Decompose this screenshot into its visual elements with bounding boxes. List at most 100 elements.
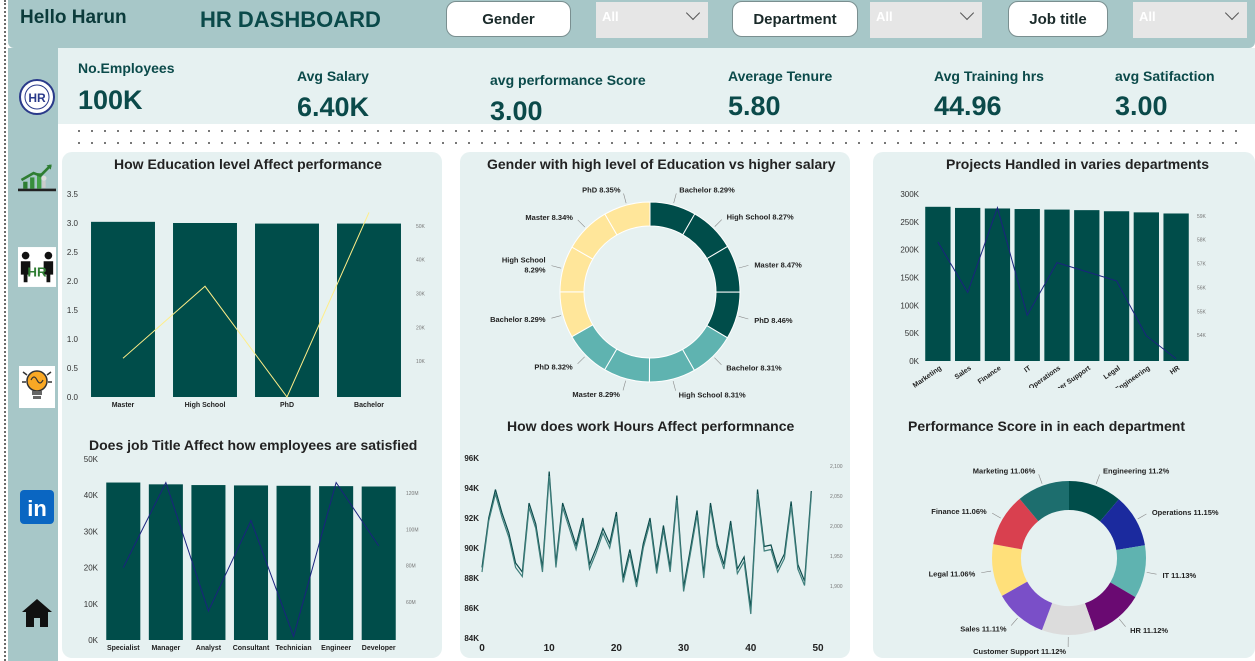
- y2-tick-label: 30K: [416, 292, 426, 298]
- kpi-label: Avg Salary: [297, 68, 369, 84]
- separator-dot: [1222, 142, 1224, 144]
- separator-dot: [741, 142, 743, 144]
- separator-dot: [1183, 142, 1185, 144]
- separator-dot: [1131, 130, 1133, 132]
- hr-people-icon[interactable]: HR: [18, 247, 56, 287]
- separator-dot: [819, 130, 821, 132]
- y2-tick-label: 100M: [406, 527, 419, 533]
- label-leader: [577, 356, 585, 365]
- y2-tick-label: 2,050: [830, 494, 843, 500]
- slice-label: HR 11.12%: [1130, 626, 1168, 635]
- x-tick-label: Operations: [1028, 365, 1062, 388]
- y-tick-label: 200K: [900, 246, 919, 255]
- label-leader: [1095, 474, 1100, 484]
- x-tick-label: 30: [678, 643, 690, 654]
- separator-dot: [819, 142, 821, 144]
- separator-dot: [754, 142, 756, 144]
- hr-logo-text: HR: [28, 91, 46, 105]
- y-tick-label: 300K: [900, 190, 919, 199]
- separator-dot: [884, 142, 886, 144]
- separator-dot: [702, 130, 704, 132]
- separator-dot: [507, 142, 509, 144]
- separator-dot: [676, 142, 678, 144]
- department-dropdown[interactable]: All: [870, 2, 982, 38]
- bar: [1103, 211, 1130, 361]
- label-leader: [714, 357, 722, 366]
- label-leader: [1010, 617, 1018, 626]
- y-tick-label: 88K: [464, 574, 479, 583]
- separator-dot: [780, 142, 782, 144]
- x-tick-label: Specialist: [107, 645, 140, 652]
- separator-dot: [286, 130, 288, 132]
- y-tick-label: 50K: [84, 455, 99, 464]
- separator-dot: [143, 142, 145, 144]
- hr-logo-icon[interactable]: HR: [18, 78, 56, 116]
- job-title-filter-button[interactable]: Job title: [1008, 1, 1108, 37]
- separator-dot: [104, 142, 106, 144]
- chart-title: Gender with high level of Education vs h…: [487, 156, 836, 172]
- separator-dot: [130, 130, 132, 132]
- y-tick-label: 3.0: [67, 219, 79, 228]
- y-tick-label: 94K: [464, 484, 479, 493]
- department-filter-button[interactable]: Department: [732, 1, 858, 37]
- y-tick-label: 50K: [905, 329, 920, 338]
- x-tick-label: HR: [1169, 365, 1181, 377]
- job-title-dropdown[interactable]: All: [1133, 2, 1247, 38]
- label-leader: [672, 380, 676, 391]
- home-icon[interactable]: [18, 594, 56, 632]
- gender-filter-button[interactable]: Gender: [446, 1, 571, 37]
- separator-dot: [169, 142, 171, 144]
- bar: [233, 485, 269, 640]
- separator-dot: [871, 130, 873, 132]
- separator-dot: [468, 130, 470, 132]
- slice-label: High School: [502, 256, 546, 265]
- y2-tick-label: 50K: [416, 224, 426, 230]
- y-tick-label: 100K: [900, 301, 919, 310]
- x-tick-label: PhD: [280, 402, 294, 409]
- separator-dot: [1183, 130, 1185, 132]
- separator-dot: [884, 130, 886, 132]
- separator-dot: [338, 142, 340, 144]
- dropdown-value: All: [602, 9, 619, 24]
- job-title-satisfaction-chart: 0K 10K 20K 30K 40K 50K Specialist Manager Analys…: [84, 455, 419, 652]
- separator-dot: [208, 142, 210, 144]
- separator-dot: [364, 130, 366, 132]
- label-leader: [622, 380, 626, 391]
- separator-dot: [1001, 142, 1003, 144]
- slice-label: IT 11.13%: [1162, 571, 1196, 580]
- label-leader: [991, 512, 1001, 519]
- separator-dot: [936, 142, 938, 144]
- growth-chart-icon[interactable]: [18, 161, 56, 199]
- separator-dot: [923, 142, 925, 144]
- slice-label: PhD 8.46%: [754, 316, 793, 325]
- separator-dot: [1235, 142, 1237, 144]
- separator-dot: [897, 142, 899, 144]
- y-tick-label: 92K: [464, 514, 479, 523]
- y2-tick-label: 40K: [416, 258, 426, 264]
- separator-dot: [182, 130, 184, 132]
- bar: [361, 486, 396, 640]
- separator-dot: [260, 142, 262, 144]
- separator-dot: [793, 142, 795, 144]
- separator-dot: [910, 130, 912, 132]
- label-leader: [673, 193, 677, 204]
- separator-dot: [1235, 130, 1237, 132]
- separator-dot: [117, 130, 119, 132]
- gender-dropdown[interactable]: All: [596, 2, 708, 38]
- separator-dot: [845, 142, 847, 144]
- bar: [148, 484, 183, 640]
- department-performance-donut: Engineering 11.2% Operations 11.15% IT 11.…: [929, 467, 1219, 656]
- separator-dot: [1040, 142, 1042, 144]
- y-tick-label: 250K: [900, 218, 919, 227]
- x-tick-label: Master: [112, 402, 135, 409]
- bar: [255, 223, 319, 397]
- slice-label: Finance 11.06%: [931, 507, 987, 516]
- separator-dot: [741, 130, 743, 132]
- separator-dot: [1105, 142, 1107, 144]
- lightbulb-icon[interactable]: [18, 366, 56, 408]
- y2-tick-label: 58K: [1197, 238, 1207, 244]
- x-tick-label: Finance: [977, 365, 1003, 386]
- separator-dot: [858, 130, 860, 132]
- linkedin-icon[interactable]: in: [18, 488, 56, 526]
- separator-dot: [546, 130, 548, 132]
